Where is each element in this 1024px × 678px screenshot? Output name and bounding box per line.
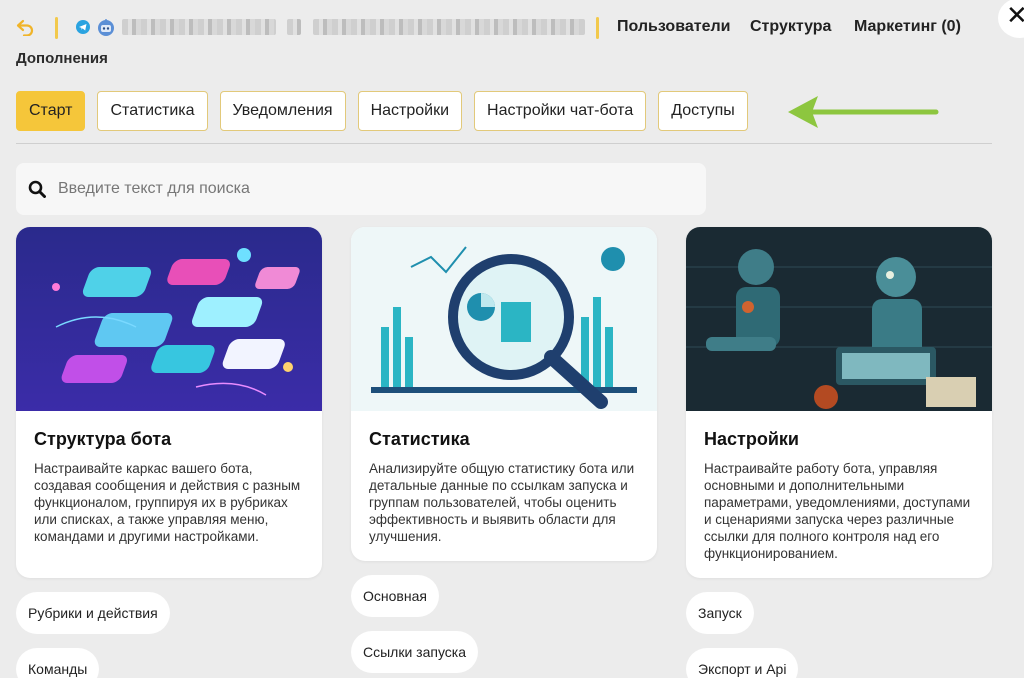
card-bot-structure[interactable]: Структура бота Настраивайте каркас вашег… <box>16 227 322 578</box>
link-main[interactable]: Основная <box>351 575 439 617</box>
card-description: Настраивайте работу бота, управляя основ… <box>704 461 971 561</box>
close-button[interactable]: ✕ <box>998 0 1024 38</box>
tab-settings[interactable]: Настройки <box>357 91 463 131</box>
bot-avatar-icon <box>98 19 114 36</box>
search-box <box>16 163 706 215</box>
tab-start[interactable]: Старт <box>16 91 86 131</box>
tab-chatbot-settings[interactable]: Настройки чат-бота <box>474 91 647 131</box>
card-illustration <box>351 227 657 411</box>
tab-notifications[interactable]: Уведомления <box>219 91 346 131</box>
nav-marketing[interactable]: Маркетинг (0) <box>854 18 961 36</box>
nav-users[interactable]: Пользователи <box>617 18 730 36</box>
card-title: Настройки <box>704 429 799 449</box>
tab-statistics[interactable]: Статистика <box>97 91 208 131</box>
divider-line <box>16 143 992 144</box>
link-rubrics-actions[interactable]: Рубрики и действия <box>16 592 170 634</box>
link-export-api[interactable]: Экспорт и Api <box>686 648 799 678</box>
card-settings[interactable]: Настройки Настраивайте работу бота, упра… <box>686 227 992 578</box>
blurred-bot-name <box>122 19 276 35</box>
divider <box>596 17 599 39</box>
card-description: Анализируйте общую статистику бота или д… <box>369 461 635 544</box>
link-launch-links[interactable]: Ссылки запуска <box>351 631 479 673</box>
card-description: Настраивайте каркас вашего бота, создава… <box>34 461 301 544</box>
card-illustration <box>16 227 322 411</box>
nav-structure[interactable]: Структура <box>750 18 831 36</box>
search-icon <box>28 180 46 198</box>
tabs: Старт Статистика Уведомления Настройки Н… <box>16 91 748 131</box>
card-title: Статистика <box>369 429 470 449</box>
card-statistics[interactable]: Статистика Анализируйте общую статистику… <box>351 227 657 561</box>
card-title: Структура бота <box>34 429 172 449</box>
back-arrow-icon[interactable] <box>16 18 34 36</box>
blurred-text <box>287 19 301 35</box>
search-input[interactable] <box>58 177 688 201</box>
tab-access[interactable]: Доступы <box>658 91 748 131</box>
card-illustration <box>686 227 992 411</box>
pointer-arrow-icon <box>788 96 939 128</box>
link-commands[interactable]: Команды <box>16 648 100 678</box>
telegram-icon <box>76 20 90 34</box>
page-title: Дополнения <box>16 50 108 67</box>
close-icon: ✕ <box>1006 0 1024 30</box>
divider <box>55 17 58 39</box>
top-bar: Пользователи Структура Маркетинг (0) ✕ <box>0 0 1024 56</box>
link-launch[interactable]: Запуск <box>686 592 754 634</box>
blurred-bot-link <box>313 19 585 35</box>
